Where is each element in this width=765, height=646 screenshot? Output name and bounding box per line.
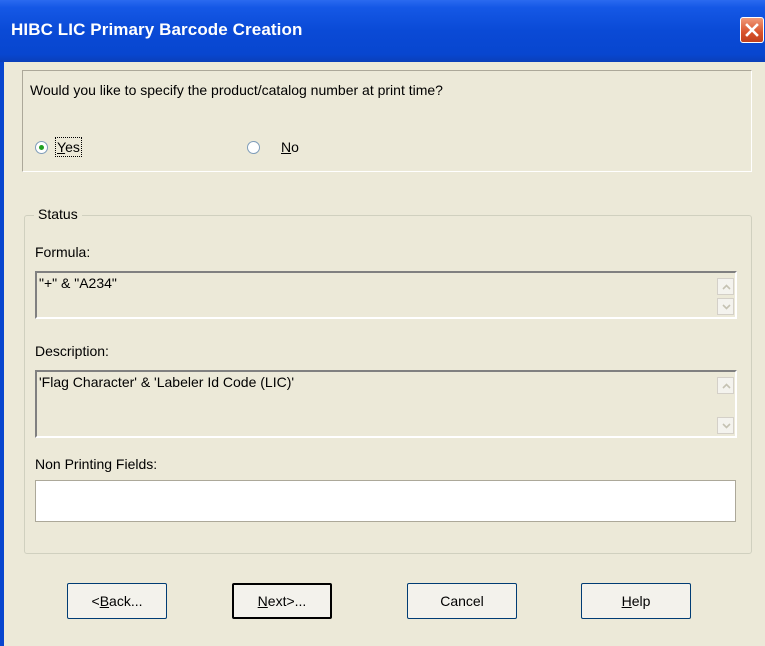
dialog-window: HIBC LIC Primary Barcode Creation Would … (0, 0, 765, 646)
chevron-up-icon (722, 284, 731, 290)
formula-value: "+" & "A234" (39, 275, 117, 291)
scroll-down-button[interactable] (717, 298, 734, 315)
radio-yes-label[interactable]: Yes (55, 137, 82, 157)
formula-label: Formula: (35, 244, 91, 260)
status-legend: Status (34, 206, 82, 222)
next-button[interactable]: Next>... (232, 583, 332, 619)
chevron-up-icon (722, 383, 731, 389)
radio-yes[interactable] (35, 141, 48, 154)
radio-no-label[interactable]: No (281, 139, 299, 155)
non-printing-label: Non Printing Fields: (35, 456, 158, 472)
scroll-up-button[interactable] (717, 377, 734, 394)
chevron-down-icon (722, 423, 731, 429)
description-label: Description: (35, 343, 109, 359)
formula-scrollbar[interactable] (717, 274, 734, 316)
description-scrollbar[interactable] (717, 373, 734, 435)
scroll-down-button[interactable] (717, 417, 734, 434)
question-text: Would you like to specify the product/ca… (30, 82, 443, 98)
window-frame-left (0, 62, 4, 646)
scroll-up-button[interactable] (717, 278, 734, 295)
non-printing-field[interactable] (35, 480, 736, 522)
window-title: HIBC LIC Primary Barcode Creation (11, 20, 303, 39)
formula-field[interactable]: "+" & "A234" (35, 271, 737, 319)
title-bar[interactable]: HIBC LIC Primary Barcode Creation (0, 0, 765, 62)
description-value: 'Flag Character' & 'Labeler Id Code (LIC… (39, 374, 295, 390)
radio-no[interactable] (247, 141, 260, 154)
close-icon (745, 23, 759, 37)
cancel-button[interactable]: Cancel (407, 583, 517, 619)
description-field[interactable]: 'Flag Character' & 'Labeler Id Code (LIC… (35, 370, 737, 438)
close-button[interactable] (740, 17, 764, 43)
chevron-down-icon (722, 304, 731, 310)
help-button[interactable]: Help (581, 583, 691, 619)
back-button[interactable]: <Back... (67, 583, 167, 619)
